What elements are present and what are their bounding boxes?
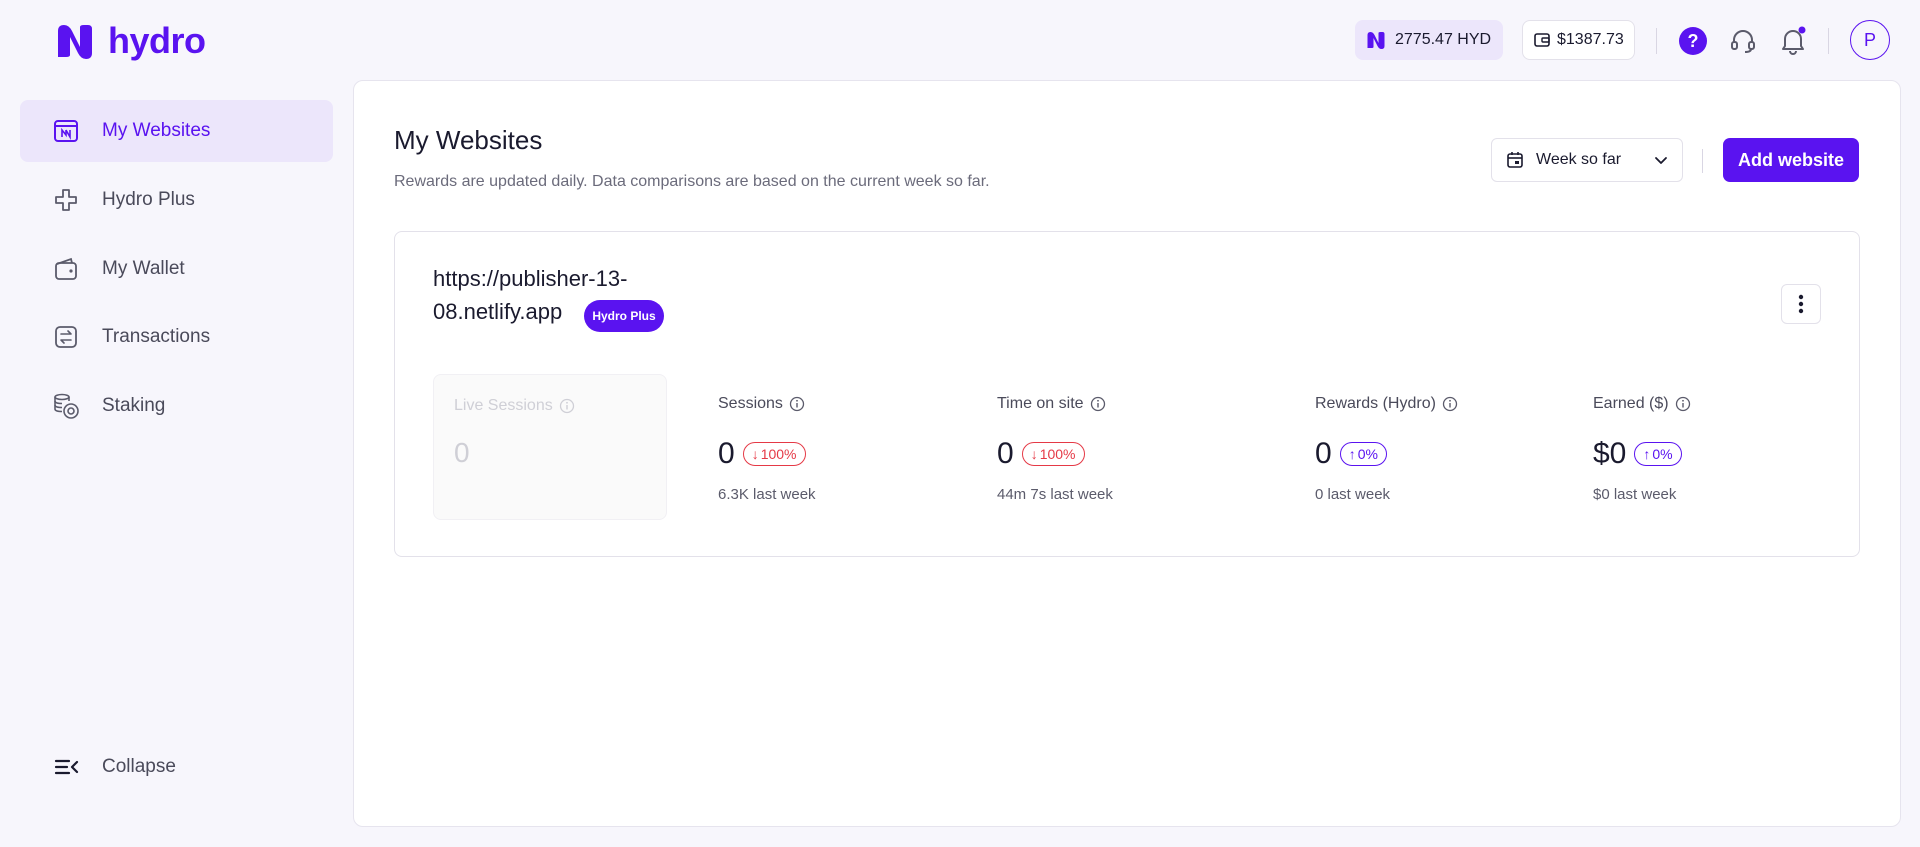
header-divider xyxy=(1656,28,1657,54)
stat-label-text: Time on site xyxy=(997,395,1084,412)
live-sessions-label-text: Live Sessions xyxy=(454,397,553,414)
wallet-icon xyxy=(1534,33,1550,47)
stat-label: Sessions xyxy=(718,394,816,414)
transactions-icon xyxy=(52,323,80,351)
usd-balance: $1387.73 xyxy=(1557,31,1624,48)
sidebar-item-transactions[interactable]: Transactions xyxy=(20,306,333,368)
website-card: https://publisher-13- 08.netlify.app Hyd… xyxy=(394,231,1860,557)
staking-icon xyxy=(52,392,80,420)
main-panel: My Websites Rewards are updated daily. D… xyxy=(353,80,1901,827)
stat-label: Time on site xyxy=(997,394,1113,414)
sidebar-item-my-wallet[interactable]: My Wallet xyxy=(20,238,333,300)
toolbar-divider xyxy=(1702,149,1703,173)
notifications-button[interactable] xyxy=(1778,26,1808,56)
page-subtitle: Rewards are updated daily. Data comparis… xyxy=(394,173,990,190)
svg-text:?: ? xyxy=(1688,31,1699,51)
delta-value: 100% xyxy=(760,446,797,462)
stat-last-week: $0 last week xyxy=(1593,486,1677,503)
wallet-icon xyxy=(52,255,80,283)
info-icon[interactable] xyxy=(1090,396,1106,412)
info-icon xyxy=(559,398,574,414)
sidebar-item-my-websites[interactable]: My Websites xyxy=(20,100,333,162)
sidebar-item-label: Staking xyxy=(102,395,166,416)
hydro-logo[interactable]: hydro xyxy=(54,20,206,62)
info-icon[interactable] xyxy=(789,396,805,412)
brand-name: hydro xyxy=(108,20,206,61)
stat-value: $0 xyxy=(1593,437,1627,470)
live-sessions-box: Live Sessions 0 xyxy=(433,374,667,520)
question-icon: ? xyxy=(1679,27,1707,55)
top-header: hydro 2775.47 HYD $1387.73 ? P xyxy=(0,0,1920,80)
stat-label-text: Earned ($) xyxy=(1593,395,1669,412)
info-icon[interactable] xyxy=(1442,396,1458,412)
hyd-balance-pill[interactable]: 2775.47 HYD xyxy=(1355,20,1503,60)
hydro-token-icon xyxy=(1367,32,1385,49)
stat-value: 0 xyxy=(718,437,735,470)
sidebar-item-label: My Wallet xyxy=(102,258,185,279)
stat-label: Rewards (Hydro) xyxy=(1315,394,1458,414)
delta-value: 0% xyxy=(1357,446,1378,462)
sidebar-item-staking[interactable]: Staking xyxy=(20,375,333,437)
kebab-menu-icon xyxy=(1798,294,1804,314)
stat-value: 0 xyxy=(1315,437,1332,470)
stat-time-on-site: Time on site 0 ↓ 100% 44m 7s last week xyxy=(997,394,1113,503)
stat-value: 0 xyxy=(997,437,1014,470)
website-url-line1: https://publisher-13- xyxy=(433,266,628,291)
headset-icon xyxy=(1731,30,1755,53)
stat-rewards: Rewards (Hydro) 0 ↑ 0% 0 last week xyxy=(1315,394,1458,503)
arrow-down-icon: ↓ xyxy=(1030,446,1038,462)
sidebar-item-label: Hydro Plus xyxy=(102,189,195,210)
page-title: My Websites xyxy=(394,125,543,155)
avatar[interactable]: P xyxy=(1850,20,1890,60)
stat-last-week: 0 last week xyxy=(1315,486,1391,503)
stat-last-week: 6.3K last week xyxy=(718,486,816,503)
support-button[interactable] xyxy=(1728,26,1758,56)
delta-badge: ↓ 100% xyxy=(1021,442,1085,466)
bell-icon xyxy=(1782,26,1806,55)
website-menu-button[interactable] xyxy=(1781,284,1821,324)
period-select-value: Week so far xyxy=(1536,151,1622,168)
header-divider-2 xyxy=(1828,28,1829,54)
plus-icon xyxy=(52,186,80,214)
hydro-logo-icon xyxy=(58,25,92,59)
website-icon xyxy=(52,117,80,145)
usd-balance-pill[interactable]: $1387.73 xyxy=(1522,20,1635,60)
collapse-label: Collapse xyxy=(102,756,176,777)
hydro-plus-badge: Hydro Plus xyxy=(584,300,664,332)
stat-label-text: Sessions xyxy=(718,395,783,412)
arrow-up-icon: ↑ xyxy=(1348,446,1356,462)
stat-label: Earned ($) xyxy=(1593,394,1691,414)
sidebar-item-label: My Websites xyxy=(102,120,211,141)
info-icon[interactable] xyxy=(1675,396,1691,412)
arrow-down-icon: ↓ xyxy=(751,446,759,462)
collapse-icon xyxy=(52,753,80,781)
delta-value: 0% xyxy=(1652,446,1673,462)
collapse-button[interactable]: Collapse xyxy=(20,736,333,798)
stat-label-text: Rewards (Hydro) xyxy=(1315,395,1436,412)
help-button[interactable]: ? xyxy=(1678,26,1708,56)
period-select[interactable]: Week so far xyxy=(1491,138,1683,182)
sidebar-item-hydro-plus[interactable]: Hydro Plus xyxy=(20,169,333,231)
sidebar-item-label: Transactions xyxy=(102,326,211,347)
calendar-icon xyxy=(1507,152,1523,168)
delta-badge: ↑ 0% xyxy=(1634,442,1682,466)
stat-last-week: 44m 7s last week xyxy=(997,486,1113,503)
stat-earned: Earned ($) $0 ↑ 0% $0 last week xyxy=(1593,394,1691,503)
hyd-balance: 2775.47 HYD xyxy=(1395,31,1492,48)
arrow-up-icon: ↑ xyxy=(1643,446,1651,462)
add-website-button[interactable]: Add website xyxy=(1723,138,1859,182)
chevron-down-icon xyxy=(1655,157,1667,164)
delta-badge: ↑ 0% xyxy=(1339,442,1387,466)
live-sessions-value: 0 xyxy=(454,437,470,468)
stat-sessions: Sessions 0 ↓ 100% 6.3K last week xyxy=(718,394,816,503)
delta-badge: ↓ 100% xyxy=(742,442,806,466)
delta-value: 100% xyxy=(1039,446,1076,462)
live-sessions-label: Live Sessions xyxy=(454,397,575,415)
